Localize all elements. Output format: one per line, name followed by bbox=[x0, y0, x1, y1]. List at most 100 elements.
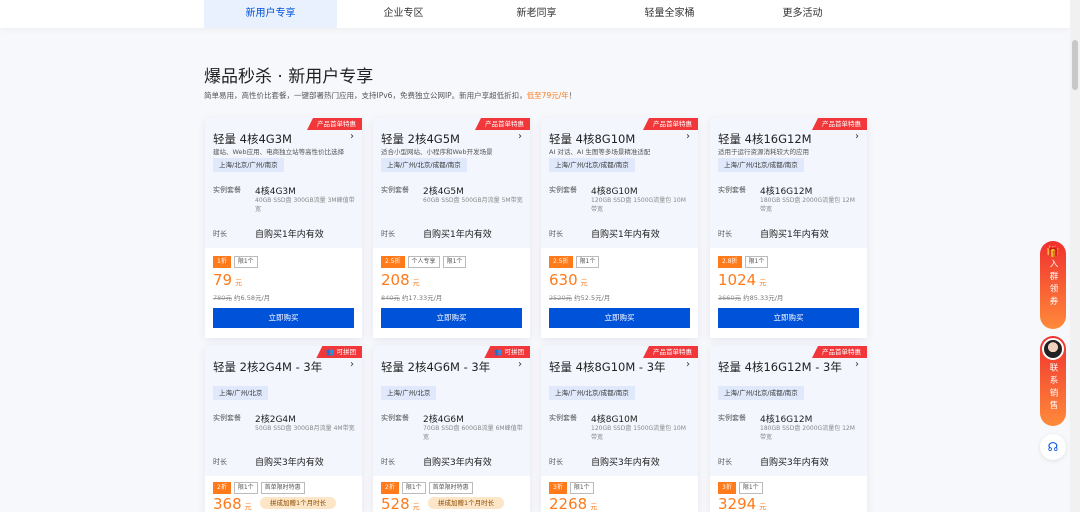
discount-tag: 3折 bbox=[549, 482, 567, 494]
tag: 限1个 bbox=[738, 482, 763, 494]
product-desc: 建站、Web应用、电商独立站等高性价比选择 bbox=[213, 148, 345, 156]
contact-sales-button[interactable]: 联系销售 bbox=[1040, 336, 1066, 426]
original-price: 2520元 约52.5元/月 bbox=[549, 294, 611, 302]
join-group-coupon-button[interactable]: 🎁 入群领券 bbox=[1040, 241, 1066, 329]
card-footer: 2.8折 限1个 1024 元 3660元 约85.33元/月 立即购买 bbox=[710, 248, 867, 338]
tag: 首单限时特惠 bbox=[428, 482, 473, 494]
tab-2[interactable]: 新老同享 bbox=[470, 0, 603, 28]
duration-value: 自购买1年内有效 bbox=[255, 230, 324, 240]
tab-1[interactable]: 企业专区 bbox=[337, 0, 470, 28]
region-badge: 上海/广州/北京/成都/南京 bbox=[381, 158, 467, 172]
product-card[interactable]: 产品首单特惠 轻量 4核8G10M › AI 对话、AI 生图等多场景精准适配 … bbox=[541, 118, 698, 338]
product-name[interactable]: 轻量 4核16G12M bbox=[718, 131, 812, 147]
card-header: 👥 可拼团 轻量 2核4G6M - 3年 › 上海/广州/北京 实例套餐 2核4… bbox=[373, 346, 530, 476]
region-badge: 上海/广州/北京/成都/南京 bbox=[549, 386, 635, 400]
spec-label: 实例套餐 bbox=[718, 186, 746, 194]
duration-label: 时长 bbox=[549, 230, 563, 238]
duration-label: 时长 bbox=[718, 458, 732, 466]
group-bonus-badge: 拼成加赠1个月时长 bbox=[260, 497, 337, 509]
discount-tag: 3折 bbox=[718, 482, 736, 494]
card-header: 产品首单特惠 轻量 4核8G10M - 3年 › 上海/广州/北京/成都/南京 … bbox=[541, 346, 698, 476]
price: 1024 元 bbox=[718, 271, 767, 289]
card-footer: 2折 限1个 首单限时特惠 528 元 拼成加赠1个月时长 bbox=[373, 476, 530, 512]
tag-list: 3折 限1个 bbox=[718, 482, 859, 494]
buy-now-button[interactable]: 立即购买 bbox=[549, 308, 690, 328]
chevron-right-icon[interactable]: › bbox=[518, 359, 522, 370]
spec-label: 实例套餐 bbox=[718, 414, 746, 422]
card-header: 👥 可拼团 轻量 2核2G4M - 3年 › 上海/广州/北京 实例套餐 2核2… bbox=[205, 346, 362, 476]
product-desc: 适合小型网站、小程序和Web开发场景 bbox=[381, 148, 493, 156]
chevron-right-icon[interactable]: › bbox=[350, 131, 354, 142]
duration-label: 时长 bbox=[213, 458, 227, 466]
product-card[interactable]: 产品首单特惠 轻量 4核16G12M - 3年 › 上海/广州/北京/成都/南京… bbox=[710, 346, 867, 512]
buy-now-button[interactable]: 立即购买 bbox=[213, 308, 354, 328]
discount-tag: 1折 bbox=[213, 256, 231, 268]
price: 208 元 bbox=[381, 271, 420, 289]
spec-detail: 180GB SSD盘 2000G流量包 12M带宽 bbox=[760, 425, 855, 441]
promo-ribbon: 👥 可拼团 bbox=[484, 346, 530, 358]
card-header: 产品首单特惠 轻量 2核4G5M › 适合小型网站、小程序和Web开发场景 上海… bbox=[373, 118, 530, 248]
price: 2268 元 bbox=[549, 495, 598, 512]
scrollbar[interactable] bbox=[1070, 0, 1080, 512]
product-name[interactable]: 轻量 2核2G4M - 3年 bbox=[213, 359, 322, 375]
duration-label: 时长 bbox=[213, 230, 227, 238]
tag: 限1个 bbox=[233, 482, 258, 494]
subtitle-highlight: 低至79元/年 bbox=[526, 91, 569, 100]
product-card[interactable]: 👥 可拼团 轻量 2核2G4M - 3年 › 上海/广州/北京 实例套餐 2核2… bbox=[205, 346, 362, 512]
scrollbar-thumb[interactable] bbox=[1072, 40, 1078, 90]
customer-service-headset-icon[interactable]: ☊ bbox=[1040, 434, 1066, 460]
tag: 限1个 bbox=[233, 256, 258, 268]
product-card[interactable]: 👥 可拼团 轻量 2核4G6M - 3年 › 上海/广州/北京 实例套餐 2核4… bbox=[373, 346, 530, 512]
chevron-right-icon[interactable]: › bbox=[350, 359, 354, 370]
product-name[interactable]: 轻量 4核4G3M bbox=[213, 131, 292, 147]
duration-label: 时长 bbox=[381, 230, 395, 238]
buy-now-button[interactable]: 立即购买 bbox=[718, 308, 859, 328]
duration-value: 自购买3年内有效 bbox=[760, 458, 829, 468]
discount-tag: 2折 bbox=[213, 482, 231, 494]
promo-ribbon: 产品首单特惠 bbox=[643, 118, 698, 130]
coupon-label: 入群领券 bbox=[1048, 259, 1058, 309]
tag-list: 2折 限1个 首单限时特惠 bbox=[213, 482, 354, 494]
spec-label: 实例套餐 bbox=[213, 186, 241, 194]
tag-list: 2.5折 限1个 bbox=[549, 256, 690, 268]
product-name[interactable]: 轻量 2核4G6M - 3年 bbox=[381, 359, 490, 375]
card-footer: 2.5折 限1个 630 元 2520元 约52.5元/月 立即购买 bbox=[541, 248, 698, 338]
product-card[interactable]: 产品首单特惠 轻量 2核4G5M › 适合小型网站、小程序和Web开发场景 上海… bbox=[373, 118, 530, 338]
product-desc: 适用于运行资源消耗较大的应用 bbox=[718, 148, 809, 156]
product-name[interactable]: 轻量 4核16G12M - 3年 bbox=[718, 359, 842, 375]
group-bonus-badge: 拼成加赠1个月时长 bbox=[428, 497, 505, 509]
buy-now-button[interactable]: 立即购买 bbox=[381, 308, 522, 328]
tag: 限1个 bbox=[569, 482, 594, 494]
promo-ribbon: 产品首单特惠 bbox=[812, 118, 867, 130]
tag-list: 2.8折 限1个 bbox=[718, 256, 859, 268]
product-name[interactable]: 轻量 4核8G10M bbox=[549, 131, 635, 147]
card-header: 产品首单特惠 轻量 4核16G12M › 适用于运行资源消耗较大的应用 上海/广… bbox=[710, 118, 867, 248]
chevron-right-icon[interactable]: › bbox=[518, 131, 522, 142]
product-card[interactable]: 产品首单特惠 轻量 4核4G3M › 建站、Web应用、电商独立站等高性价比选择… bbox=[205, 118, 362, 338]
product-card[interactable]: 产品首单特惠 轻量 4核8G10M - 3年 › 上海/广州/北京/成都/南京 … bbox=[541, 346, 698, 512]
top-nav: 新用户专享 企业专区 新老同享 轻量全家桶 更多活动 bbox=[0, 0, 1070, 28]
spec-detail: 120GB SSD盘 1500G流量包 10M带宽 bbox=[591, 425, 686, 441]
tag: 首单限时特惠 bbox=[260, 482, 305, 494]
tab-0[interactable]: 新用户专享 bbox=[204, 0, 337, 28]
duration-value: 自购买3年内有效 bbox=[591, 458, 660, 468]
region-badge: 上海/北京/广州/南京 bbox=[213, 158, 284, 172]
card-footer: 2.5折 个人专享 限1个 208 元 840元 约17.33元/月 立即购买 bbox=[373, 248, 530, 338]
duration-value: 自购买3年内有效 bbox=[255, 458, 324, 468]
discount-tag: 2.8折 bbox=[718, 256, 742, 268]
product-name[interactable]: 轻量 4核8G10M - 3年 bbox=[549, 359, 666, 375]
group-icon: 👥 bbox=[326, 348, 337, 356]
duration-label: 时长 bbox=[718, 230, 732, 238]
tab-4[interactable]: 更多活动 bbox=[736, 0, 869, 28]
spec-detail: 50GB SSD盘 300GB月流量 4M带宽 bbox=[255, 425, 355, 432]
chevron-right-icon[interactable]: › bbox=[855, 359, 859, 370]
tab-3[interactable]: 轻量全家桶 bbox=[603, 0, 736, 28]
chevron-right-icon[interactable]: › bbox=[686, 359, 690, 370]
page-title: 爆品秒杀 · 新用户专享 bbox=[204, 67, 374, 87]
chevron-right-icon[interactable]: › bbox=[855, 131, 859, 142]
product-card[interactable]: 产品首单特惠 轻量 4核16G12M › 适用于运行资源消耗较大的应用 上海/广… bbox=[710, 118, 867, 338]
product-name[interactable]: 轻量 2核4G5M bbox=[381, 131, 460, 147]
chevron-right-icon[interactable]: › bbox=[686, 131, 690, 142]
card-header: 产品首单特惠 轻量 4核8G10M › AI 对话、AI 生图等多场景精准适配 … bbox=[541, 118, 698, 248]
tag: 限1个 bbox=[401, 482, 426, 494]
